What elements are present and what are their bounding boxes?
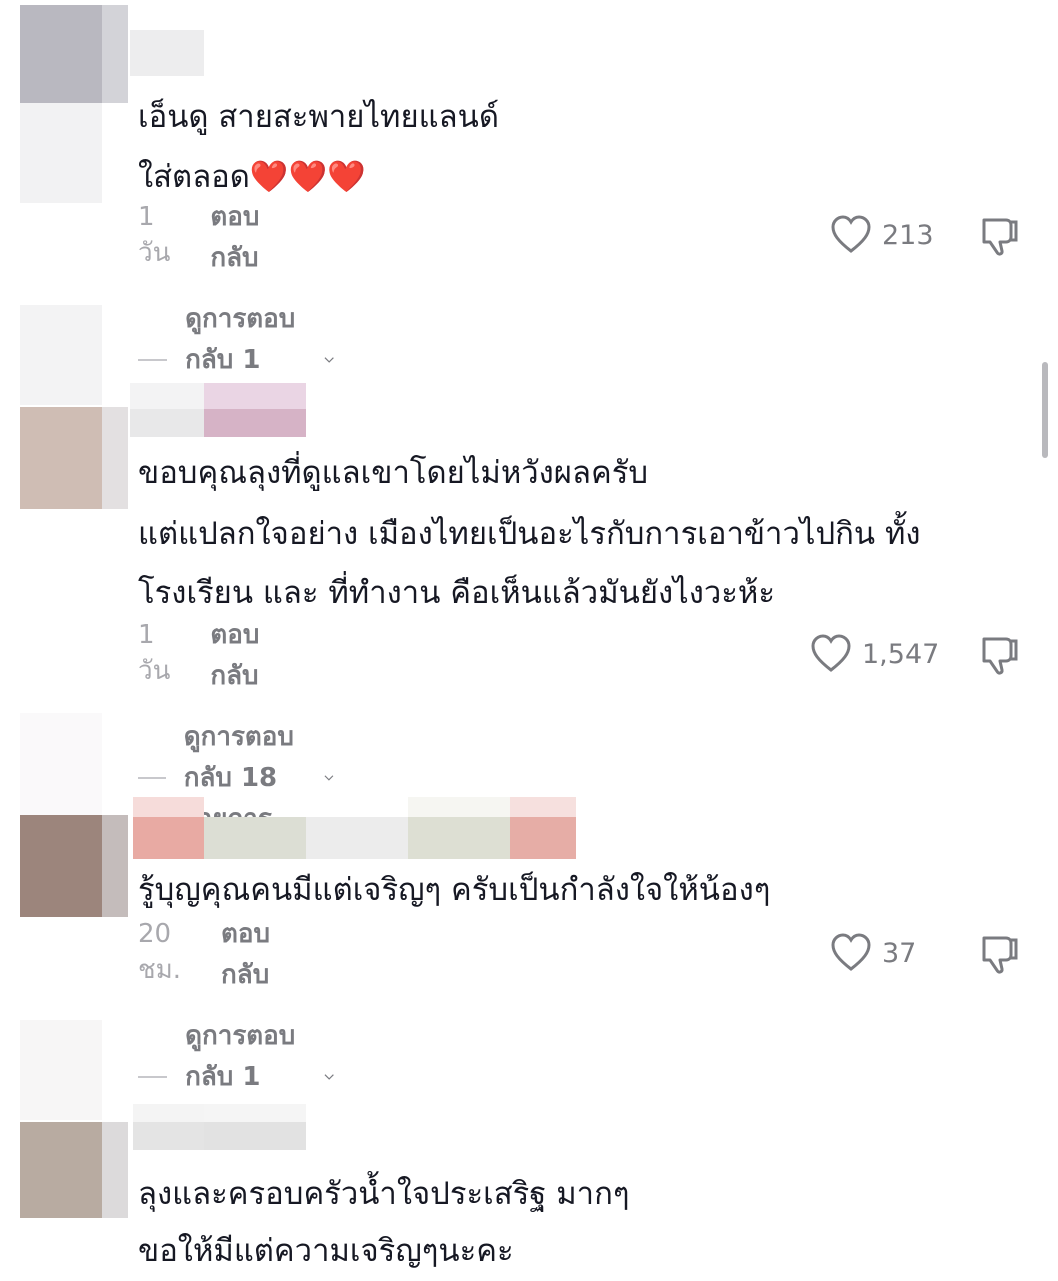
timestamp: 20 ชม.	[138, 918, 182, 985]
avatar[interactable]	[20, 407, 102, 509]
heart-outline-icon	[831, 215, 871, 253]
chevron-down-icon	[324, 356, 334, 363]
dislike-icon[interactable]	[978, 932, 1022, 976]
scrollbar[interactable]	[1042, 362, 1048, 458]
username-blur	[204, 1104, 306, 1122]
like-button[interactable]: 37	[830, 933, 916, 973]
avatar-pixel	[20, 1020, 102, 1120]
comment-meta: 20 ชม. ตอบกลับ	[138, 919, 270, 991]
avatar[interactable]	[20, 1122, 102, 1218]
avatar-pixel	[102, 5, 128, 103]
comment-text-line: ขอให้มีแต่ความเจริญๆนะคะ	[138, 1233, 514, 1269]
username-blur[interactable]	[133, 1104, 204, 1122]
avatar-pixel	[20, 103, 102, 203]
divider	[138, 776, 166, 779]
username-blur[interactable]	[130, 30, 204, 76]
username-blur	[408, 817, 510, 859]
heart-outline-icon	[831, 933, 871, 971]
avatar-pixel	[20, 713, 102, 815]
username-blur	[204, 409, 306, 437]
username-blur	[204, 817, 306, 859]
like-button[interactable]: 213	[830, 215, 934, 255]
comment-meta: 1 วัน ตอบกลับ	[138, 620, 259, 692]
comment-text-line: เอ็นดู สายสะพายไทยแลนด์	[138, 99, 499, 135]
divider	[138, 1075, 168, 1078]
avatar-pixel	[102, 815, 128, 917]
username-blur	[510, 797, 576, 817]
comment-text-line: รู้บุญคุณคนมีแต่เจริญๆ ครับเป็นกำลังใจให…	[138, 872, 771, 908]
like-button[interactable]: 1,547	[810, 634, 939, 674]
comment-text-line: ขอบคุณลุงที่ดูแลเขาโดยไม่หวังผลครับ	[138, 455, 649, 491]
chevron-down-icon	[324, 1073, 334, 1080]
dislike-icon[interactable]	[978, 214, 1022, 258]
avatar[interactable]	[20, 815, 102, 917]
avatar-pixel	[20, 305, 102, 405]
username-blur	[133, 817, 204, 859]
like-count: 213	[882, 219, 934, 251]
divider	[138, 358, 168, 361]
username-blur[interactable]	[130, 383, 204, 409]
dislike-icon[interactable]	[978, 633, 1022, 677]
username-blur	[133, 1122, 204, 1150]
like-count: 37	[882, 937, 917, 969]
username-blur	[204, 1122, 306, 1150]
timestamp: 1 วัน	[138, 201, 171, 268]
reply-button[interactable]: ตอบกลับ	[210, 614, 259, 696]
comment-meta: 1 วัน ตอบกลับ	[138, 202, 259, 274]
username-blur	[306, 817, 408, 859]
comment-text-line: ลุงและครอบครัวน้ำใจประเสริฐ มากๆ	[138, 1176, 630, 1212]
username-blur	[510, 817, 576, 859]
reply-button[interactable]: ตอบกลับ	[210, 196, 259, 278]
username-blur	[204, 383, 306, 409]
comment-text-line: แต่แปลกใจอย่าง เมืองไทยเป็นอะไรกับการเอา…	[138, 516, 921, 552]
username-blur[interactable]	[133, 797, 204, 817]
chevron-down-icon	[324, 774, 334, 781]
avatar[interactable]	[20, 5, 102, 103]
reply-button[interactable]: ตอบกลับ	[221, 913, 270, 995]
avatar-pixel	[102, 1122, 128, 1218]
like-count: 1,547	[862, 638, 940, 670]
heart-outline-icon	[811, 634, 851, 672]
timestamp: 1 วัน	[138, 619, 171, 686]
username-blur	[130, 409, 204, 437]
username-blur	[408, 797, 510, 817]
avatar-pixel	[102, 407, 128, 509]
